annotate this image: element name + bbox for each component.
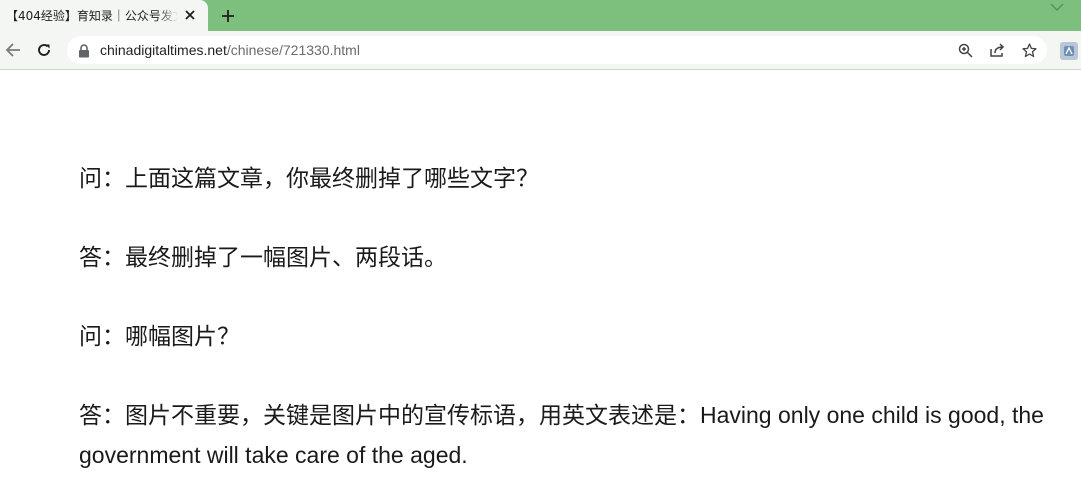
lock-icon[interactable] <box>78 43 92 58</box>
reload-icon <box>36 42 52 58</box>
share-icon[interactable] <box>989 42 1005 58</box>
new-tab-button[interactable] <box>216 4 240 28</box>
back-button[interactable] <box>1 38 25 62</box>
close-icon[interactable] <box>182 7 198 23</box>
browser-toolbar: chinadigitaltimes.net/chinese/721330.htm… <box>0 31 1081 70</box>
question-paragraph: 问：哪幅图片？ <box>79 323 240 349</box>
tab-strip: 【404经验】育知录｜公众号发文 <box>0 0 1081 31</box>
url-domain: chinadigitaltimes.net <box>100 42 227 58</box>
tab-search-button[interactable] <box>1049 0 1065 14</box>
question-paragraph: 问：上面这篇文章，你最终删掉了哪些文字？ <box>79 165 539 191</box>
url-path: /chinese/721330.html <box>226 42 360 58</box>
plus-icon <box>221 9 235 23</box>
tab-title: 【404经验】育知录｜公众号发文 <box>6 9 178 23</box>
zoom-icon[interactable] <box>957 42 973 58</box>
address-bar[interactable]: chinadigitaltimes.net/chinese/721330.htm… <box>67 36 1047 64</box>
reload-button[interactable] <box>32 38 56 62</box>
answer-paragraph: 答：图片不重要，关键是图片中的宣传标语，用英文表述是：Having only o… <box>79 402 1044 468</box>
answer-paragraph: 答：最终删掉了一幅图片、两段话。 <box>79 244 447 270</box>
url-text[interactable]: chinadigitaltimes.net/chinese/721330.htm… <box>100 42 360 58</box>
star-icon[interactable] <box>1021 42 1037 58</box>
arrow-left-icon <box>5 42 21 58</box>
browser-tab[interactable]: 【404经验】育知录｜公众号发文 <box>0 0 208 31</box>
extension-icon[interactable] <box>1060 42 1078 60</box>
chevron-down-icon <box>1050 3 1064 11</box>
